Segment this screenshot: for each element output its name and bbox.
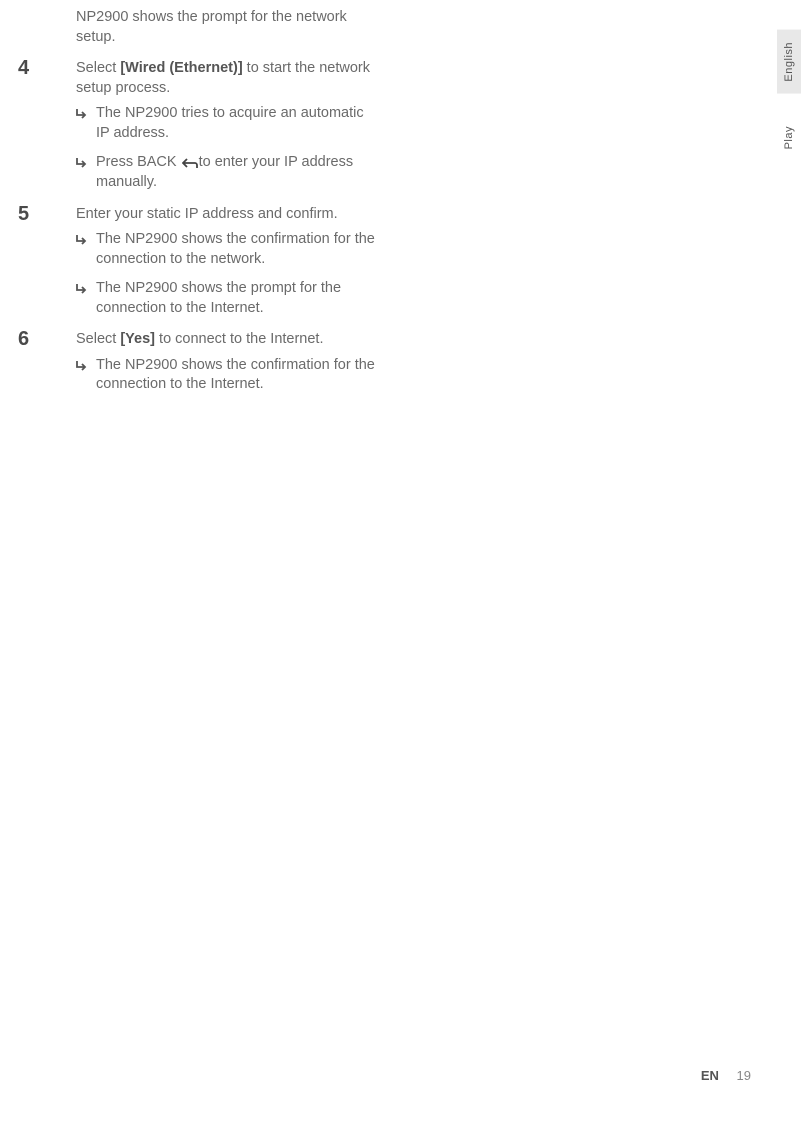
step-4: 4 Select [Wired (Ethernet)] to start the… bbox=[40, 59, 380, 192]
step-number-6: 6 bbox=[18, 328, 29, 351]
step-5: 5 Enter your static IP address and confi… bbox=[40, 205, 380, 319]
step-5-sub-2: The NP2900 shows the prompt for the conn… bbox=[96, 279, 380, 318]
step-4-pre: Select bbox=[76, 60, 120, 76]
step-6-post: to connect to the Internet. bbox=[155, 331, 323, 347]
back-icon bbox=[182, 156, 198, 170]
step-number-5: 5 bbox=[18, 203, 29, 226]
arrow-icon bbox=[76, 282, 90, 296]
step-5-text: Enter your static IP address and confirm… bbox=[76, 205, 380, 225]
step-5-sub-1-text: The NP2900 shows the confirmation for th… bbox=[96, 231, 375, 267]
step-4-sub-2-pre: Press bbox=[96, 154, 137, 170]
arrow-icon bbox=[76, 107, 90, 121]
step-4-sub-1: The NP2900 tries to acquire an automatic… bbox=[96, 104, 380, 143]
footer-lang: EN bbox=[701, 1068, 719, 1083]
step-4-sub-2: Press BACK to enter your IP address manu… bbox=[96, 153, 380, 192]
step-6-sub-1-text: The NP2900 shows the confirmation for th… bbox=[96, 357, 375, 393]
arrow-icon bbox=[76, 156, 90, 170]
step-6: 6 Select [Yes] to connect to the Interne… bbox=[40, 330, 380, 395]
step-6-bold: [Yes] bbox=[120, 331, 155, 347]
step-5-pre: Enter your static IP address and confirm… bbox=[76, 206, 338, 222]
continuation-text: NP2900 shows the prompt for the network … bbox=[40, 8, 380, 47]
step-6-sub-1: The NP2900 shows the confirmation for th… bbox=[96, 356, 380, 395]
arrow-icon bbox=[76, 233, 90, 247]
step-6-pre: Select bbox=[76, 331, 120, 347]
step-4-sub-1-text: The NP2900 tries to acquire an automatic… bbox=[96, 105, 364, 141]
step-5-sub-1: The NP2900 shows the confirmation for th… bbox=[96, 230, 380, 269]
tab-english: English bbox=[777, 30, 801, 94]
side-tabs: English Play bbox=[777, 30, 801, 161]
step-number-4: 4 bbox=[18, 57, 29, 80]
step-4-sub-2-bold: BACK bbox=[137, 154, 177, 170]
step-5-sub-2-text: The NP2900 shows the prompt for the conn… bbox=[96, 280, 341, 316]
step-4-bold: [Wired (Ethernet)] bbox=[120, 60, 242, 76]
arrow-icon bbox=[76, 359, 90, 373]
step-4-text: Select [Wired (Ethernet)] to start the n… bbox=[76, 59, 380, 98]
footer-page-number: 19 bbox=[737, 1068, 751, 1083]
step-6-text: Select [Yes] to connect to the Internet. bbox=[76, 330, 380, 350]
page-footer: EN 19 bbox=[701, 1068, 751, 1083]
tab-play: Play bbox=[777, 114, 801, 161]
